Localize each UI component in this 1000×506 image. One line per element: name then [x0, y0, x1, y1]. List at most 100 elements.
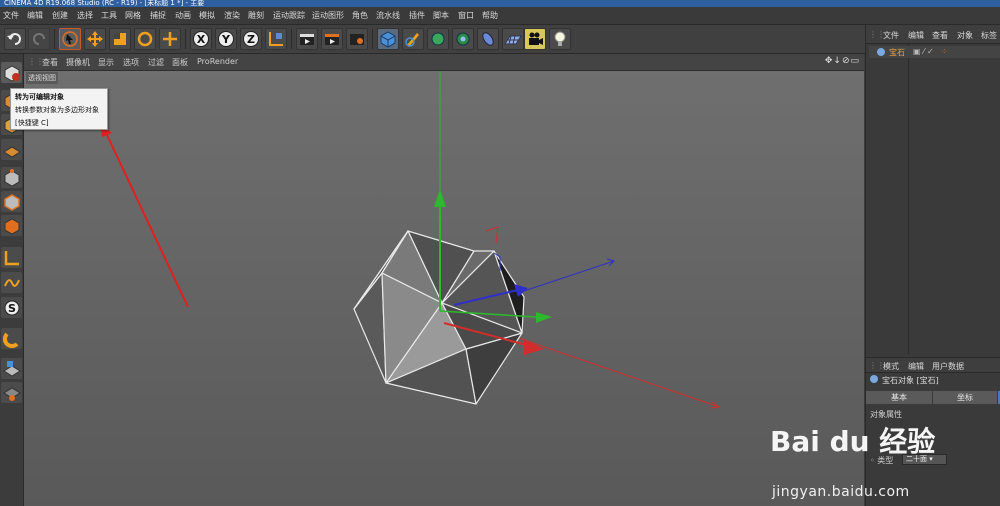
snap-icon[interactable]: [1, 328, 22, 349]
am-tab-edit[interactable]: 编辑: [908, 361, 924, 372]
menu-character[interactable]: 角色: [352, 10, 368, 21]
array-icon[interactable]: [452, 28, 474, 50]
svg-text:Z: Z: [247, 33, 255, 46]
solo-icon[interactable]: S: [1, 297, 22, 318]
gizmo-corner-red: [485, 226, 499, 244]
camera-icon[interactable]: [524, 28, 546, 50]
object-tag-icon[interactable]: ⁘: [941, 47, 948, 56]
deformer-icon[interactable]: [477, 28, 499, 50]
gem-object-icon: [877, 48, 885, 56]
viewport-menu: ⋮⋮ 查看 摄像机 显示 选项 过滤 面板 ProRender ✥↓⊘▭: [24, 54, 864, 71]
undo-icon[interactable]: [4, 28, 26, 50]
svg-text:S: S: [8, 302, 16, 315]
tooltip: 转为可编辑对象 转换参数对象为多边形对象 [快捷键 C]: [10, 88, 108, 130]
attribute-title: 宝石对象 [宝石]: [870, 375, 1000, 389]
redo-icon[interactable]: [28, 28, 50, 50]
menu-select[interactable]: 选择: [77, 10, 93, 21]
gizmo-x-arrow: [524, 339, 544, 355]
render-picture-icon[interactable]: [321, 28, 343, 50]
vp-menu-options[interactable]: 选项: [123, 57, 139, 68]
svg-text:Y: Y: [221, 33, 231, 46]
svg-text:X: X: [197, 33, 206, 46]
vp-menu-filter[interactable]: 过滤: [148, 57, 164, 68]
menu-help[interactable]: 帮助: [482, 10, 498, 21]
vp-menu-display[interactable]: 显示: [98, 57, 114, 68]
move-icon[interactable]: [84, 28, 106, 50]
menu-snap[interactable]: 捕捉: [150, 10, 166, 21]
menu-edit[interactable]: 编辑: [27, 10, 43, 21]
menu-bar: 文件 编辑 创建 选择 工具 网格 捕捉 动画 模拟 渲染 雕刻 运动跟踪 运动…: [0, 7, 1000, 25]
grid-snap-icon[interactable]: [1, 382, 22, 403]
perspective-viewport[interactable]: 透视视图: [24, 71, 864, 506]
annotation-arrow-line: [105, 132, 189, 308]
baidu-watermark-logo: Bai du 经验: [770, 425, 936, 458]
tooltip-shortcut: [快捷键 C]: [15, 119, 49, 127]
render-settings-icon[interactable]: [346, 28, 368, 50]
edges-mode-icon[interactable]: [1, 191, 22, 212]
menu-motion-tracking[interactable]: 运动跟踪: [273, 10, 305, 21]
om-tab-objects[interactable]: 对象: [957, 30, 973, 41]
menu-tools[interactable]: 工具: [101, 10, 117, 21]
workplane-lock-icon[interactable]: [1, 358, 22, 379]
object-row[interactable]: 宝石 ▣ ⁄ ✓ ⁘: [869, 46, 1000, 58]
world-coords-icon[interactable]: [265, 28, 287, 50]
am-tab-mode[interactable]: 模式: [883, 361, 899, 372]
z-axis-icon[interactable]: Z: [240, 28, 262, 50]
vp-menu-prorender[interactable]: ProRender: [197, 57, 238, 66]
om-column-divider: [908, 44, 909, 354]
subdivide-icon[interactable]: [427, 28, 449, 50]
menu-render[interactable]: 渲染: [224, 10, 240, 21]
attribute-title-text: 宝石对象 [宝石]: [882, 376, 939, 385]
menu-mesh[interactable]: 网格: [125, 10, 141, 21]
am-subtab-coord[interactable]: 坐标: [933, 391, 997, 404]
menu-mograph[interactable]: 运动图形: [312, 10, 344, 21]
gizmo-y-side-arrow: [536, 312, 552, 323]
light-icon[interactable]: [549, 28, 571, 50]
window-title: CINEMA 4D R19.068 Studio (RC - R19) - [未…: [0, 0, 1000, 7]
om-tab-view[interactable]: 查看: [932, 30, 948, 41]
object-visibility-icon[interactable]: ▣ ⁄ ✓: [913, 47, 934, 56]
vp-menu-panel[interactable]: 面板: [172, 57, 188, 68]
make-editable-icon[interactable]: [1, 62, 22, 83]
attribute-manager-header: ⋮⋮ 模式 编辑 用户数据: [866, 357, 1000, 373]
select-icon[interactable]: [59, 28, 81, 50]
menu-animate[interactable]: 动画: [175, 10, 191, 21]
points-mode-icon[interactable]: [1, 167, 22, 188]
menu-plugins[interactable]: 插件: [409, 10, 425, 21]
live-select-icon[interactable]: [159, 28, 181, 50]
viewport-nav-icons[interactable]: ✥↓⊘▭: [825, 56, 860, 66]
menu-script[interactable]: 脚本: [433, 10, 449, 21]
attribute-subtabs: 基本 坐标: [866, 391, 1000, 404]
tweak-icon[interactable]: [1, 272, 22, 293]
y-axis-icon[interactable]: Y: [215, 28, 237, 50]
am-tab-user-data[interactable]: 用户数据: [932, 361, 964, 372]
main-toolbar: X Y Z: [0, 25, 865, 54]
om-tab-file[interactable]: 文件: [883, 30, 899, 41]
object-manager-header: ⋮⋮ 文件 编辑 查看 对象 标签: [866, 25, 1000, 44]
menu-sculpt[interactable]: 雕刻: [248, 10, 264, 21]
scale-icon[interactable]: [109, 28, 131, 50]
object-name: 宝石: [889, 48, 905, 57]
vp-menu-view[interactable]: 查看: [42, 57, 58, 68]
rotate-icon[interactable]: [134, 28, 156, 50]
om-tab-tags[interactable]: 标签: [981, 30, 997, 41]
floor-icon[interactable]: [502, 28, 524, 50]
tooltip-title: 转为可编辑对象: [15, 93, 64, 101]
render-view-icon[interactable]: [296, 28, 318, 50]
menu-simulate[interactable]: 模拟: [199, 10, 215, 21]
pen-icon[interactable]: [402, 28, 424, 50]
x-axis-icon[interactable]: X: [190, 28, 212, 50]
vp-menu-cameras[interactable]: 摄像机: [66, 57, 90, 68]
menu-create[interactable]: 创建: [52, 10, 68, 21]
om-tab-edit[interactable]: 编辑: [908, 30, 924, 41]
menu-pipeline[interactable]: 流水线: [376, 10, 400, 21]
tooltip-description: 转换参数对象为多边形对象: [15, 106, 99, 114]
am-subtab-basic[interactable]: 基本: [866, 391, 932, 404]
menu-window[interactable]: 窗口: [458, 10, 474, 21]
gem-object-icon: [870, 375, 878, 383]
polygons-mode-icon[interactable]: [1, 215, 22, 236]
cube-icon[interactable]: [377, 28, 399, 50]
menu-file[interactable]: 文件: [3, 10, 19, 21]
workplane-icon[interactable]: [1, 139, 22, 160]
axis-mode-icon[interactable]: [1, 247, 22, 268]
